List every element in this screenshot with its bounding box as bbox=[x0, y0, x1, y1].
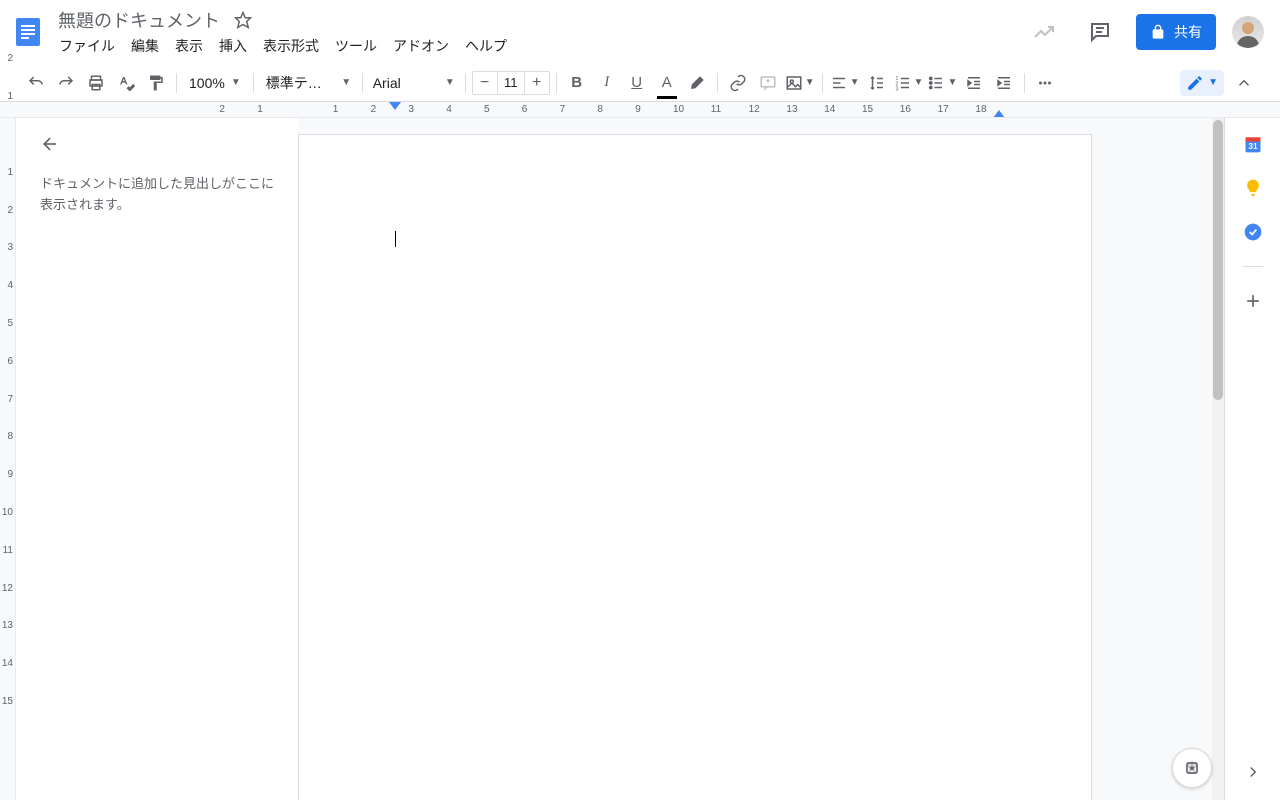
image-icon[interactable]: ▼ bbox=[785, 70, 815, 96]
menu-view[interactable]: 表示 bbox=[168, 34, 210, 58]
bullet-list-icon[interactable]: ▼ bbox=[927, 70, 957, 96]
add-addon-icon[interactable] bbox=[1243, 291, 1263, 311]
outline-close-icon[interactable] bbox=[40, 134, 274, 154]
font-size-control: − + bbox=[472, 71, 550, 95]
horizontal-ruler[interactable]: 21123456789101112131415161718 bbox=[0, 102, 1280, 118]
underline-icon[interactable]: U bbox=[624, 70, 650, 96]
text-color-icon[interactable]: A bbox=[654, 70, 680, 96]
vertical-ruler[interactable]: 21123456789101112131415 bbox=[0, 118, 16, 800]
separator bbox=[822, 73, 823, 93]
font-size-input[interactable] bbox=[497, 72, 525, 94]
svg-text:31: 31 bbox=[1248, 141, 1258, 151]
comments-icon[interactable] bbox=[1080, 12, 1120, 52]
account-avatar[interactable] bbox=[1232, 16, 1264, 48]
menu-format[interactable]: 表示形式 bbox=[256, 34, 326, 58]
font-size-decrease[interactable]: − bbox=[474, 72, 496, 94]
separator bbox=[362, 73, 363, 93]
zoom-select[interactable]: 100%▼ bbox=[183, 75, 247, 91]
separator bbox=[1024, 73, 1025, 93]
style-select[interactable]: 標準テキス...▼ bbox=[260, 73, 356, 93]
font-select[interactable]: Arial▼ bbox=[369, 75, 459, 91]
outline-panel: ドキュメントに追加した見出しがここに表示されます。 bbox=[16, 118, 298, 800]
align-icon[interactable]: ▼ bbox=[830, 70, 860, 96]
scrollbar-vertical[interactable] bbox=[1212, 118, 1224, 800]
separator bbox=[253, 73, 254, 93]
bold-icon[interactable]: B bbox=[564, 70, 590, 96]
menu-bar: ファイル 編集 表示 挿入 表示形式 ツール アドオン ヘルプ bbox=[52, 34, 1024, 58]
link-icon[interactable] bbox=[725, 70, 751, 96]
toolbar: 100%▼ 標準テキス...▼ Arial▼ − + B I U A ▼ ▼ 1… bbox=[0, 64, 1280, 102]
keep-icon[interactable] bbox=[1243, 178, 1263, 198]
editing-mode-button[interactable]: ▼ bbox=[1180, 70, 1224, 96]
title-area: 無題のドキュメント ファイル 編集 表示 挿入 表示形式 ツール アドオン ヘル… bbox=[52, 6, 1024, 58]
scrollbar-thumb[interactable] bbox=[1213, 120, 1223, 400]
svg-text:3: 3 bbox=[895, 86, 898, 92]
highlight-icon[interactable] bbox=[684, 70, 710, 96]
text-cursor bbox=[395, 231, 396, 247]
separator bbox=[717, 73, 718, 93]
menu-tools[interactable]: ツール bbox=[328, 34, 384, 58]
star-icon[interactable] bbox=[234, 11, 252, 29]
indent-icon[interactable] bbox=[991, 70, 1017, 96]
main-area: 21123456789101112131415 ドキュメントに追加した見出しがこ… bbox=[0, 118, 1280, 800]
docs-logo[interactable] bbox=[8, 12, 48, 52]
activity-icon[interactable] bbox=[1024, 12, 1064, 52]
separator bbox=[556, 73, 557, 93]
collapse-icon[interactable] bbox=[1231, 70, 1257, 96]
redo-icon[interactable] bbox=[53, 70, 79, 96]
separator bbox=[465, 73, 466, 93]
more-icon[interactable] bbox=[1032, 70, 1058, 96]
canvas-area[interactable] bbox=[298, 118, 1224, 800]
side-panel: 31 bbox=[1224, 118, 1280, 800]
share-button[interactable]: 共有 bbox=[1136, 14, 1216, 50]
side-divider bbox=[1243, 266, 1263, 267]
calendar-icon[interactable]: 31 bbox=[1243, 134, 1263, 154]
side-panel-collapse-icon[interactable] bbox=[1241, 760, 1265, 784]
share-label: 共有 bbox=[1174, 22, 1202, 42]
paint-format-icon[interactable] bbox=[143, 70, 169, 96]
menu-insert[interactable]: 挿入 bbox=[212, 34, 254, 58]
header: 無題のドキュメント ファイル 編集 表示 挿入 表示形式 ツール アドオン ヘル… bbox=[0, 0, 1280, 64]
menu-addons[interactable]: アドオン bbox=[386, 34, 456, 58]
outdent-icon[interactable] bbox=[961, 70, 987, 96]
separator bbox=[176, 73, 177, 93]
undo-icon[interactable] bbox=[23, 70, 49, 96]
outline-empty-text: ドキュメントに追加した見出しがここに表示されます。 bbox=[40, 174, 274, 216]
tasks-icon[interactable] bbox=[1243, 222, 1263, 242]
explore-button[interactable] bbox=[1172, 748, 1212, 788]
comment-icon[interactable] bbox=[755, 70, 781, 96]
line-spacing-icon[interactable] bbox=[864, 70, 890, 96]
menu-file[interactable]: ファイル bbox=[52, 34, 122, 58]
font-size-increase[interactable]: + bbox=[526, 72, 548, 94]
print-icon[interactable] bbox=[83, 70, 109, 96]
numbered-list-icon[interactable]: 123▼ bbox=[894, 70, 924, 96]
document-title[interactable]: 無題のドキュメント bbox=[52, 5, 226, 35]
menu-help[interactable]: ヘルプ bbox=[458, 34, 514, 58]
italic-icon[interactable]: I bbox=[594, 70, 620, 96]
spellcheck-icon[interactable] bbox=[113, 70, 139, 96]
menu-edit[interactable]: 編集 bbox=[124, 34, 166, 58]
document-page[interactable] bbox=[298, 134, 1092, 800]
